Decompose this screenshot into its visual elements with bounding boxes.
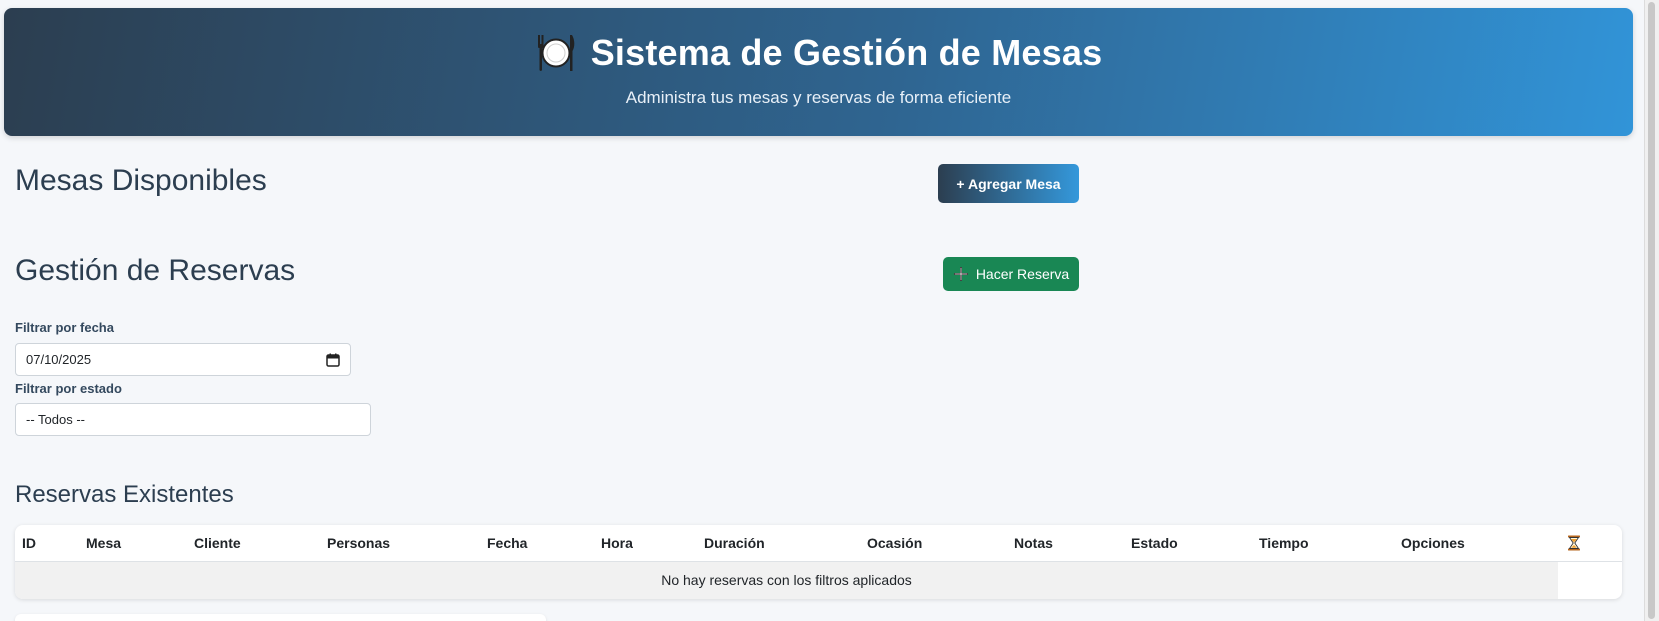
scrollbar-thumb[interactable] [1648,2,1655,619]
make-reservation-label: Hacer Reserva [975,266,1070,282]
date-filter-value: 07/10/2025 [26,352,92,367]
vertical-scrollbar[interactable] [1644,0,1659,621]
column-header-status: Estado [1131,535,1178,551]
add-table-button[interactable]: + Agregar Mesa [938,164,1079,203]
calendar-icon[interactable] [326,353,340,367]
column-header-elapsed: Tiempo [1259,535,1309,551]
empty-state-row: No hay reservas con los filtros aplicado… [15,562,1558,599]
reservations-section-title: Gestión de Reservas [15,254,296,287]
plate-cutlery-icon [537,35,575,71]
header-title-row: Sistema de Gestión de Mesas [4,32,1633,74]
column-header-client: Cliente [194,535,241,551]
column-header-table: Mesa [86,535,122,551]
column-header-options: Opciones [1401,535,1465,551]
plus-icon [953,267,968,281]
bottom-panel [15,614,546,621]
app-title: Sistema de Gestión de Mesas [590,32,1103,73]
column-header-date: Fecha [487,535,528,551]
app-subtitle: Administra tus mesas y reservas de forma… [625,88,1012,107]
table-header-row: ID Mesa Cliente Personas Fecha Hora Dura… [15,525,1622,562]
tables-section-title: Mesas Disponibles [15,164,267,197]
column-header-notes: Notas [1014,535,1053,551]
app-header: Sistema de Gestión de Mesas Administra t… [4,8,1633,136]
status-filter-value: -- Todos -- [26,412,85,427]
column-header-people: Personas [327,535,391,551]
existing-reservations-title: Reservas Existentes [15,481,234,508]
column-header-id: ID [22,535,36,551]
column-header-duration: Duración [704,535,765,551]
column-header-occasion: Ocasión [867,535,923,551]
date-filter-input[interactable]: 07/10/2025 [15,343,351,376]
make-reservation-button[interactable]: Hacer Reserva [943,257,1079,291]
reservations-table: ID Mesa Cliente Personas Fecha Hora Dura… [15,525,1622,599]
column-header-time: Hora [601,535,633,551]
date-filter-label: Filtrar por fecha [15,320,114,335]
status-filter-select[interactable]: -- Todos -- [15,403,371,436]
status-filter-label: Filtrar por estado [15,381,122,396]
page: Sistema de Gestión de Mesas Administra t… [0,0,1659,621]
hourglass-icon [1568,535,1580,551]
